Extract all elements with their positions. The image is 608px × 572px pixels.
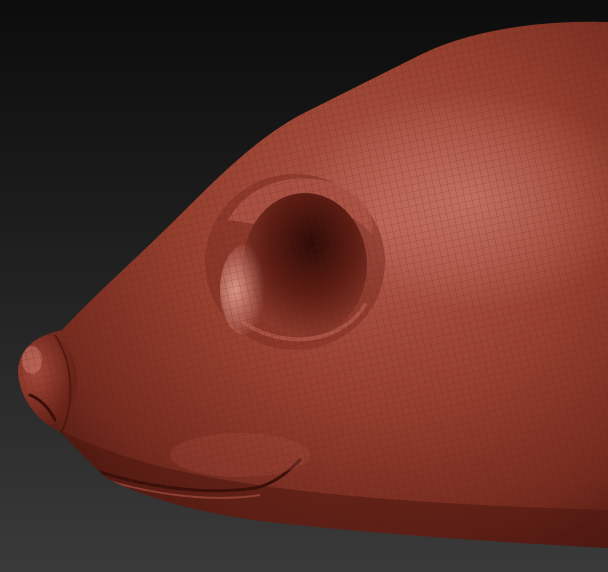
viewport-canvas[interactable]	[0, 0, 608, 572]
sculpt-viewport[interactable]	[0, 0, 608, 572]
